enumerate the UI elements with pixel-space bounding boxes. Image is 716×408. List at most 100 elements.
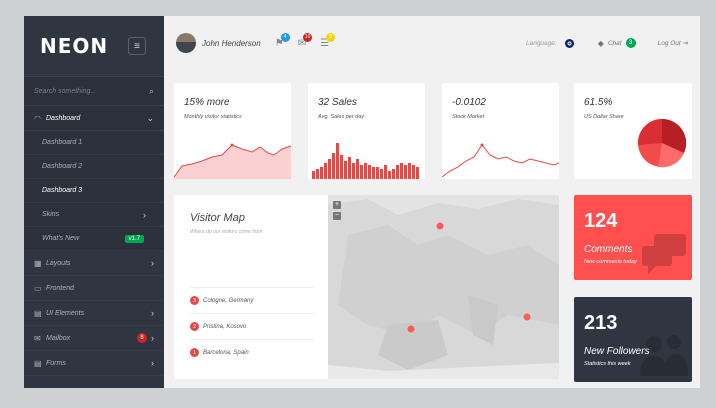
- tile-value: 32 Sales: [318, 97, 357, 108]
- avatar[interactable]: [176, 33, 196, 53]
- tile-caption: Avg. Sales per day: [318, 114, 365, 120]
- sidebar-search[interactable]: Search something... ⌕: [24, 76, 164, 106]
- tile-caption: Stock Market: [452, 114, 485, 120]
- europe-map[interactable]: + −: [328, 195, 559, 379]
- search-input[interactable]: Search something...: [34, 88, 96, 95]
- notification-badge: 9: [326, 32, 336, 42]
- sidebar-item-skins[interactable]: Skins ›: [24, 203, 164, 227]
- monitor-icon: ▭: [34, 283, 42, 293]
- chat-button[interactable]: ◆ Chat 3: [598, 38, 636, 48]
- sidebar-item-label: Dashboard 1: [42, 139, 83, 146]
- visitor-stats-tile: 15% more Monthly visitor statistics: [174, 83, 291, 179]
- language-label: Language:: [525, 39, 557, 47]
- location-rank: 3: [190, 296, 199, 305]
- sidebar: NEON ≡ Search something... ⌕ ◠ Dashboard…: [24, 16, 164, 388]
- search-icon[interactable]: ⌕: [149, 86, 154, 97]
- sidebar-item-label: Skins: [42, 211, 60, 218]
- sidebar-item-mailbox[interactable]: ✉ Mailbox 8 ›: [24, 326, 164, 351]
- app-window: NEON ≡ Search something... ⌕ ◠ Dashboard…: [24, 16, 700, 388]
- form-icon: ▤: [34, 358, 42, 368]
- location-rank: 2: [190, 322, 199, 331]
- hamburger-icon[interactable]: ≡: [128, 37, 146, 55]
- chevron-right-icon: ›: [143, 209, 146, 220]
- list-item[interactable]: 1 Barcelona, Spain: [190, 339, 314, 365]
- sidebar-item-label: What's New: [42, 235, 80, 242]
- uk-flag-icon[interactable]: [564, 38, 574, 48]
- zoom-out-button[interactable]: −: [333, 212, 341, 220]
- dollar-share-tile: 61.5% US Dollar Share: [574, 83, 692, 179]
- comments-count: 124: [584, 210, 618, 232]
- tile-caption: Monthly visitor statistics: [184, 114, 242, 120]
- chevron-right-icon: ›: [151, 358, 154, 368]
- sales-tile: 32 Sales Avg. Sales per day: [308, 83, 425, 179]
- stock-sparkline: [442, 143, 559, 178]
- document-icon: ▤: [34, 308, 42, 318]
- chevron-right-icon: ›: [151, 308, 154, 318]
- mail-icon: ✉: [34, 333, 41, 343]
- map-shapes: [328, 199, 559, 379]
- visitor-map-panel: Visitor Map Where do our visitors come f…: [174, 195, 559, 379]
- notification-badge: 10: [303, 32, 313, 42]
- version-badge: v1.7: [124, 234, 144, 243]
- chat-badge: 3: [625, 38, 636, 48]
- comments-subtitle: New comments today: [584, 259, 637, 265]
- top-header: John Henderson ⚑ 4 ✉ 10 ☰ 9 Language: ◆ Cha…: [164, 16, 700, 70]
- sidebar-item-layouts[interactable]: ▦ Layouts ›: [24, 251, 164, 276]
- location-name: Barcelona, Spain: [203, 349, 249, 356]
- sidebar-item-label: Dashboard 3: [42, 187, 83, 194]
- sidebar-item-label: Dashboard: [46, 114, 81, 122]
- tile-value: 15% more: [184, 97, 230, 108]
- sidebar-item-label: Mailbox: [46, 334, 71, 342]
- tile-caption: US Dollar Share: [584, 114, 624, 120]
- logout-button[interactable]: Log Out ⇥: [658, 39, 688, 47]
- envelope-icon[interactable]: ✉ 10: [298, 32, 313, 49]
- logout-label: Log Out: [657, 40, 681, 47]
- list-icon[interactable]: ☰ 9: [320, 32, 336, 49]
- sidebar-item-dashboard-3[interactable]: Dashboard 3: [24, 179, 164, 203]
- sidebar-item-dashboard[interactable]: ◠ Dashboard ⌄: [24, 106, 164, 131]
- chevron-right-icon: ›: [151, 333, 154, 343]
- comments-icon: [642, 234, 686, 274]
- pie-chart: [637, 118, 687, 168]
- comments-tile: 124 Comments New comments today: [574, 195, 692, 280]
- sidebar-item-dashboard-2[interactable]: Dashboard 2: [24, 155, 164, 179]
- sidebar-item-forms[interactable]: ▤ Forms ›: [24, 351, 164, 376]
- sales-bar-chart: [312, 143, 419, 179]
- panel-title: Visitor Map: [190, 212, 245, 224]
- mailbox-badge: 8: [137, 333, 147, 343]
- notification-badge: 4: [280, 32, 290, 42]
- location-list: 3 Cologne, Germany 2 Pristina, Kosovo 1 Bar…: [190, 287, 314, 365]
- visitor-sparkline: [174, 143, 291, 179]
- tile-value: -0.0102: [452, 97, 486, 108]
- chat-label: Chat: [607, 39, 622, 47]
- sidebar-item-frontend[interactable]: ▭ Frontend: [24, 276, 164, 301]
- followers-subtitle: Statistics this week: [584, 361, 631, 367]
- location-name: Pristina, Kosovo: [203, 323, 247, 330]
- sidebar-item-whats-new[interactable]: What's New v1.7: [24, 227, 164, 251]
- logout-icon: ⇥: [682, 40, 688, 47]
- followers-tile: 213 New Followers Statistics this week: [574, 297, 692, 382]
- users-icon: [640, 335, 688, 376]
- panel-subtitle: Where do our visitors come from: [190, 229, 263, 235]
- list-item[interactable]: 2 Pristina, Kosovo: [190, 313, 314, 339]
- chat-icon: ◆: [597, 38, 604, 48]
- flag-icon[interactable]: ⚑ 4: [275, 32, 290, 49]
- sidebar-item-label: Frontend: [46, 284, 75, 292]
- location-name: Cologne, Germany: [203, 297, 254, 304]
- sidebar-item-label: Dashboard 2: [42, 163, 83, 170]
- location-rank: 1: [190, 348, 199, 357]
- brand-bar: NEON ≡: [24, 16, 164, 76]
- zoom-in-button[interactable]: +: [333, 201, 341, 209]
- user-name[interactable]: John Henderson: [202, 39, 261, 48]
- logo[interactable]: NEON: [40, 34, 108, 58]
- sidebar-item-label: Layouts: [46, 259, 71, 267]
- stock-market-tile: -0.0102 Stock Market: [442, 83, 559, 179]
- chevron-down-icon: ⌄: [146, 112, 154, 123]
- tile-value: 61.5%: [584, 97, 613, 108]
- sidebar-item-ui-elements[interactable]: ▤ UI Elements ›: [24, 301, 164, 326]
- sidebar-item-label: UI Elements: [46, 309, 85, 317]
- gauge-icon: ◠: [34, 113, 41, 123]
- chevron-right-icon: ›: [151, 258, 154, 268]
- list-item[interactable]: 3 Cologne, Germany: [190, 287, 314, 313]
- sidebar-item-dashboard-1[interactable]: Dashboard 1: [24, 131, 164, 155]
